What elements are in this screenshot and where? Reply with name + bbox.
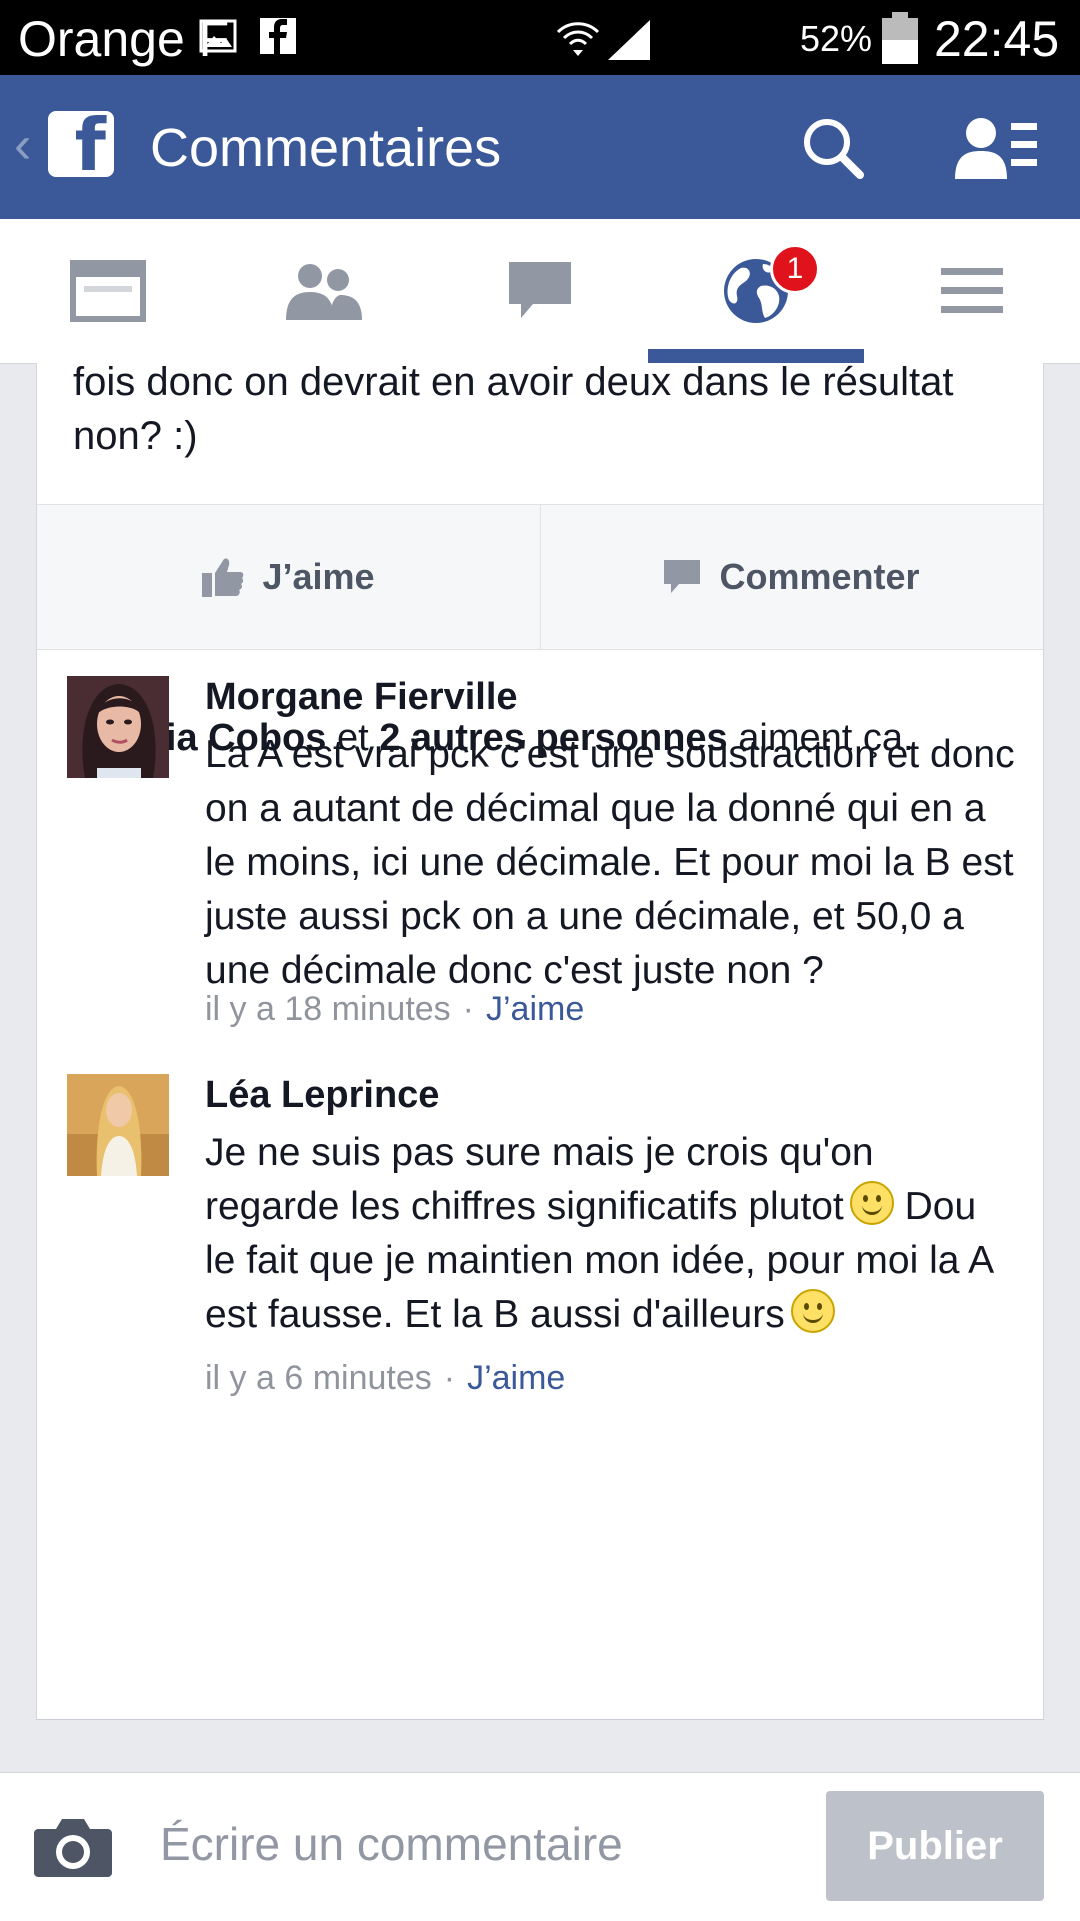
menu-icon — [941, 268, 1003, 313]
tab-friend-requests[interactable] — [216, 219, 432, 363]
publish-button[interactable]: Publier — [826, 1791, 1044, 1901]
like-button-label: J’aime — [262, 556, 375, 597]
comment-button[interactable]: Commenter — [540, 505, 1043, 649]
post-actions: J’aime Commenter — [37, 504, 1043, 650]
comment-text: Je ne suis pas sure mais je crois qu'on … — [205, 1131, 992, 1336]
tab-messages[interactable] — [432, 219, 648, 363]
avatar[interactable] — [67, 1074, 169, 1176]
comment-time: il y a 18 minutes — [205, 990, 451, 1028]
comment-like-link[interactable]: J’aime — [486, 990, 584, 1028]
facebook-icon — [258, 16, 298, 61]
search-icon[interactable] — [800, 115, 866, 186]
comment-button-label: Commenter — [719, 556, 920, 597]
camera-icon[interactable] — [34, 1815, 112, 1884]
page-title: Commentaires — [150, 118, 502, 178]
battery-icon — [880, 10, 920, 71]
thumbs-up-icon — [202, 558, 244, 597]
comment-input[interactable]: Écrire un commentaire — [160, 1817, 623, 1871]
tab-news-feed[interactable] — [0, 219, 216, 363]
comment-composer: Écrire un commentaire Publier — [0, 1772, 1080, 1921]
comment-text: La A est vrai pck c'est une soustraction… — [205, 733, 1015, 992]
smiley-icon — [849, 1181, 894, 1225]
comment-time: il y a 6 minutes — [205, 1359, 432, 1397]
clock: 22:45 — [934, 11, 1060, 67]
separator-dot: · — [462, 990, 474, 1028]
post-text: fois donc on devrait en avoir deux dans … — [73, 360, 954, 458]
back-chevron-icon[interactable]: ‹ — [14, 115, 31, 175]
comment-author[interactable]: Léa Leprince — [205, 1074, 439, 1117]
status-bar: Orange F 52% 22:45 — [0, 0, 1080, 75]
app-bar: ‹ f Commentaires — [0, 75, 1080, 219]
wifi-icon — [555, 16, 601, 67]
comment-like-link[interactable]: J’aime — [467, 1359, 565, 1397]
avatar[interactable] — [67, 676, 169, 778]
newsfeed-icon — [70, 260, 146, 322]
facebook-logo-icon[interactable]: f — [48, 103, 114, 187]
comment-author[interactable]: Morgane Fierville — [205, 676, 518, 719]
comment-meta: il y a 18 minutes · J’aime — [205, 990, 584, 1029]
chat-bubble-icon — [509, 262, 571, 318]
signal-icon — [606, 16, 654, 67]
separator-dot: · — [443, 1359, 456, 1397]
post-card: fois donc on devrait en avoir deux dans … — [36, 360, 1044, 1720]
tab-notifications[interactable] — [648, 219, 864, 363]
battery-percent: 52% — [800, 18, 873, 59]
smiley-icon — [790, 1289, 835, 1333]
friends-icon — [286, 264, 362, 320]
like-button[interactable]: J’aime — [37, 505, 540, 649]
tab-more[interactable] — [864, 219, 1080, 363]
comment-meta: il y a 6 minutes · J’aime — [205, 1359, 565, 1398]
image-icon — [198, 16, 238, 61]
tab-bar — [0, 219, 1080, 364]
friend-requests-icon[interactable] — [955, 113, 1041, 188]
notification-badge: 1 — [770, 244, 820, 294]
comment-bubble-icon — [664, 560, 701, 593]
